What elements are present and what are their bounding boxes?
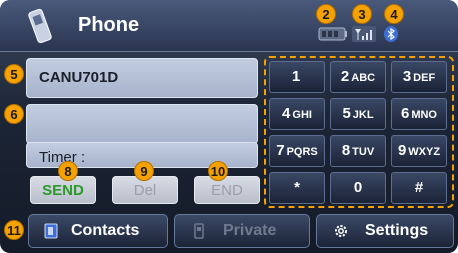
contacts-book-icon [44,223,58,239]
key-6[interactable]: 6 MNO [391,98,447,130]
callout-8: 8 [58,161,78,181]
key-letters: MNO [411,109,437,121]
contacts-button[interactable]: Contacts [28,214,168,248]
bluetooth-icon [384,26,398,42]
key-letters: PQRS [286,146,318,158]
callout-9: 9 [134,161,154,181]
private-button[interactable]: Private [174,214,310,248]
battery-icon [318,27,347,41]
settings-label: Settings [365,222,429,239]
signal-icon [352,26,376,42]
key-0[interactable]: 0 [330,172,386,204]
callout-5: 5 [4,64,24,84]
key-7[interactable]: 7 PQRS [269,135,325,167]
key-digit: 8 [341,142,351,159]
key-star[interactable]: * [269,172,325,204]
key-8[interactable]: 8 TUV [330,135,386,167]
key-letters: WXYZ [408,146,441,158]
key-9[interactable]: 9 WXYZ [391,135,447,167]
key-digit: 0 [353,179,363,196]
key-digit: * [294,179,300,196]
header-bar: Phone 2 3 4 [0,0,458,52]
phone-screen: Phone 2 3 4 CANU701D Timer : 5 6 SEND De… [0,0,458,253]
key-3[interactable]: 3 DEF [391,61,447,93]
key-2[interactable]: 2 ABC [330,61,386,93]
key-digit: 4 [282,105,291,122]
key-letters: TUV [352,146,375,158]
phone-number-field[interactable]: CANU701D [26,58,258,98]
key-hash[interactable]: # [391,172,447,204]
private-label: Private [223,222,277,239]
key-5[interactable]: 5 JKL [330,98,386,130]
phone-handset-icon [28,8,52,44]
end-call-button[interactable]: END [194,176,260,204]
key-digit: 2 [340,68,350,85]
key-letters: JKL [352,109,374,121]
key-digit: 3 [402,68,412,85]
key-4[interactable]: 4 GHI [269,98,325,130]
key-letters: DEF [413,72,436,84]
key-digit: 9 [397,142,407,159]
key-letters: GHI [292,109,312,121]
settings-button[interactable]: Settings [316,214,454,248]
key-digit: 5 [342,105,351,122]
key-digit: 7 [276,142,285,159]
key-1[interactable]: 1 [269,61,325,93]
key-digit: 6 [400,105,410,122]
callout-11: 11 [4,220,24,240]
callout-6: 6 [4,104,24,124]
key-digit: # [414,179,424,196]
gear-icon [335,225,347,237]
key-digit: 1 [291,68,301,85]
send-button[interactable]: SEND [30,176,96,204]
dial-keypad: 1 2 ABC 3 DEF 4 GHI 5 JKL 6 MNO 7 PQRS 8 TUV 9W… [264,56,454,208]
key-letters: ABC [351,72,376,84]
callout-4: 4 [384,4,404,24]
contacts-label: Contacts [71,222,140,239]
handset-private-icon [194,223,204,239]
page-title: Phone [78,14,140,36]
contact-name-field[interactable] [26,104,258,144]
callout-2: 2 [316,4,336,24]
callout-3: 3 [352,4,372,24]
callout-10: 10 [208,161,228,181]
